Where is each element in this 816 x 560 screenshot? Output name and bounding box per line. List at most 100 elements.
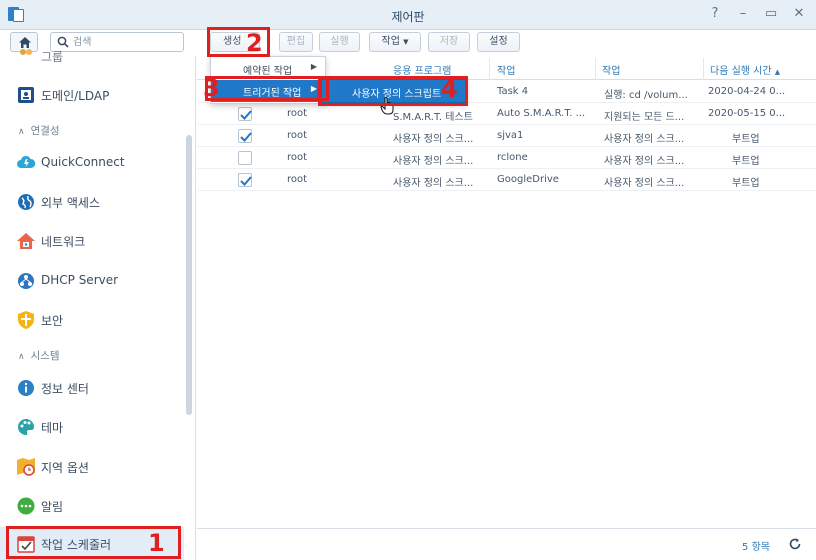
annotation-number-1: 1 <box>148 529 165 557</box>
sidebar-item-external-access[interactable]: 외부 액세스 <box>0 183 184 219</box>
enabled-checkbox[interactable] <box>238 107 252 121</box>
task-cell: Task 4 <box>497 86 529 97</box>
submenu-arrow-icon: ▶ <box>310 62 317 71</box>
sidebar-item-label: 알림 <box>41 500 64 514</box>
sidebar-item-label: 보안 <box>41 314 64 328</box>
task-cell: GoogleDrive <box>497 174 559 185</box>
chevron-down-icon: ▼ <box>403 38 409 46</box>
sidebar-item-group[interactable]: 그룹 <box>0 44 184 68</box>
sidebar-item-theme[interactable]: 테마 <box>0 408 184 444</box>
dhcp-server-icon <box>16 271 36 291</box>
user-cell: root <box>287 108 308 119</box>
sidebar-item-notification[interactable]: 알림 <box>0 487 184 523</box>
table-row[interactable]: root 사용자 정의 스크... rclone 사용자 정의 스크... 부트… <box>197 147 816 169</box>
checkmark-icon <box>240 132 252 142</box>
sidebar-item-dhcp-server[interactable]: DHCP Server <box>0 262 184 298</box>
sidebar-item-info-center[interactable]: 정보 센터 <box>0 369 184 405</box>
help-icon[interactable]: ? <box>708 6 722 22</box>
column-header-task[interactable]: 작업 <box>497 62 515 77</box>
table-row[interactable]: root 사용자 정의 스크... GoogleDrive 사용자 정의 스크.… <box>197 169 816 191</box>
app-cell: 사용자 정의 스크... <box>393 156 474 167</box>
domain-ldap-icon <box>16 85 36 105</box>
annotation-number-2: 2 <box>246 29 263 57</box>
chevron-up-icon: ∧ <box>18 352 25 362</box>
column-divider <box>489 58 490 80</box>
user-cell: root <box>287 174 308 185</box>
sidebar-item-label: QuickConnect <box>41 155 125 169</box>
annotation-box-3 <box>205 76 329 101</box>
enabled-checkbox[interactable] <box>238 173 252 187</box>
maximize-icon[interactable]: ▭ <box>764 6 778 22</box>
next-run-cell: 부트업 <box>732 178 760 189</box>
section-label: 시스템 <box>30 350 60 362</box>
table-footer: 5 항목 <box>197 528 816 560</box>
info-center-icon <box>16 378 36 398</box>
chevron-up-icon: ∧ <box>18 127 25 137</box>
save-button[interactable]: 저장 <box>428 32 470 52</box>
regional-options-icon <box>16 457 36 477</box>
column-header-action[interactable]: 작업 <box>602 62 620 77</box>
action-cell: 지원되는 모든 드... <box>604 112 685 123</box>
table-row[interactable]: root S.M.A.R.T. 테스트 Auto S.M.A.R.T. ... … <box>197 103 816 125</box>
task-cell: rclone <box>497 152 528 163</box>
sidebar-item-network[interactable]: 네트워크 <box>0 222 184 258</box>
minimize-icon[interactable]: – <box>736 6 750 22</box>
window-title: 제어판 <box>391 10 425 24</box>
run-button[interactable]: 실행 <box>319 32 360 52</box>
settings-button[interactable]: 설정 <box>477 32 520 52</box>
sidebar-scrollbar[interactable] <box>186 135 192 415</box>
checkmark-icon <box>240 110 252 120</box>
action-cell: 사용자 정의 스크... <box>604 178 685 189</box>
close-icon[interactable]: ✕ <box>792 6 806 22</box>
sidebar-item-label: 네트워크 <box>41 235 86 249</box>
user-cell: root <box>287 130 308 141</box>
edit-button[interactable]: 편집 <box>279 32 313 52</box>
external-access-icon <box>16 192 36 212</box>
column-divider <box>595 58 596 80</box>
user-cell: root <box>287 152 308 163</box>
enabled-checkbox[interactable] <box>238 129 252 143</box>
section-connectivity[interactable]: ∧ 연결성 <box>18 123 60 138</box>
action-cell: 실행: cd /volum... <box>604 90 688 101</box>
sidebar-item-label: 정보 센터 <box>41 382 89 396</box>
main-panel: 생성 편집 실행 작업 ▼ 저장 설정 응용 프로그램 작업 작업 다음 실행 … <box>197 30 816 560</box>
theme-palette-icon <box>16 417 36 437</box>
window-controls: ? – ▭ ✕ <box>708 6 806 22</box>
menu-item-label: 예약된 작업 <box>243 66 293 77</box>
column-divider <box>703 58 704 80</box>
next-run-cell: 2020-05-15 0... <box>708 108 786 119</box>
next-run-cell: 부트업 <box>732 156 760 167</box>
quickconnect-icon <box>16 153 36 173</box>
section-system[interactable]: ∧ 시스템 <box>18 348 60 363</box>
action-cell: 사용자 정의 스크... <box>604 156 685 167</box>
enabled-checkbox[interactable] <box>238 151 252 165</box>
refresh-icon[interactable] <box>788 537 802 551</box>
group-icon <box>16 46 36 66</box>
column-header-next-run[interactable]: 다음 실행 시간 ▲ <box>710 62 780 77</box>
action-dropdown-button[interactable]: 작업 ▼ <box>369 32 421 52</box>
next-run-cell: 2020-04-24 0... <box>708 86 786 97</box>
sidebar-item-domain-ldap[interactable]: 도메인/LDAP <box>0 76 184 112</box>
checkmark-icon <box>240 176 252 186</box>
sidebar-item-label: 외부 액세스 <box>41 196 101 210</box>
action-cell: 사용자 정의 스크... <box>604 134 685 145</box>
title-bar: 제어판 ? – ▭ ✕ <box>0 0 816 30</box>
item-count: 5 항목 <box>742 542 770 553</box>
section-label: 연결성 <box>30 125 60 137</box>
sidebar-item-security[interactable]: 보안 <box>0 301 184 337</box>
security-shield-icon <box>16 310 36 330</box>
next-run-cell: 부트업 <box>732 134 760 145</box>
sidebar-item-regional-options[interactable]: 지역 옵션 <box>0 448 184 484</box>
app-cell: S.M.A.R.T. 테스트 <box>393 112 473 123</box>
action-label: 작업 <box>381 36 400 47</box>
next-run-header-label: 다음 실행 시간 <box>710 66 772 77</box>
sort-ascending-icon: ▲ <box>774 68 781 76</box>
toolbar: 생성 편집 실행 작업 ▼ 저장 설정 <box>197 30 816 56</box>
app-cell: 사용자 정의 스크... <box>393 178 474 189</box>
table-row[interactable]: root 사용자 정의 스크... sjva1 사용자 정의 스크... 부트업 <box>197 125 816 147</box>
sidebar-item-label: 그룹 <box>41 50 64 64</box>
sidebar-item-quickconnect[interactable]: QuickConnect <box>0 144 184 180</box>
sidebar-item-label: DHCP Server <box>41 273 119 287</box>
annotation-number-3: 3 <box>203 74 220 102</box>
notification-icon <box>16 496 36 516</box>
